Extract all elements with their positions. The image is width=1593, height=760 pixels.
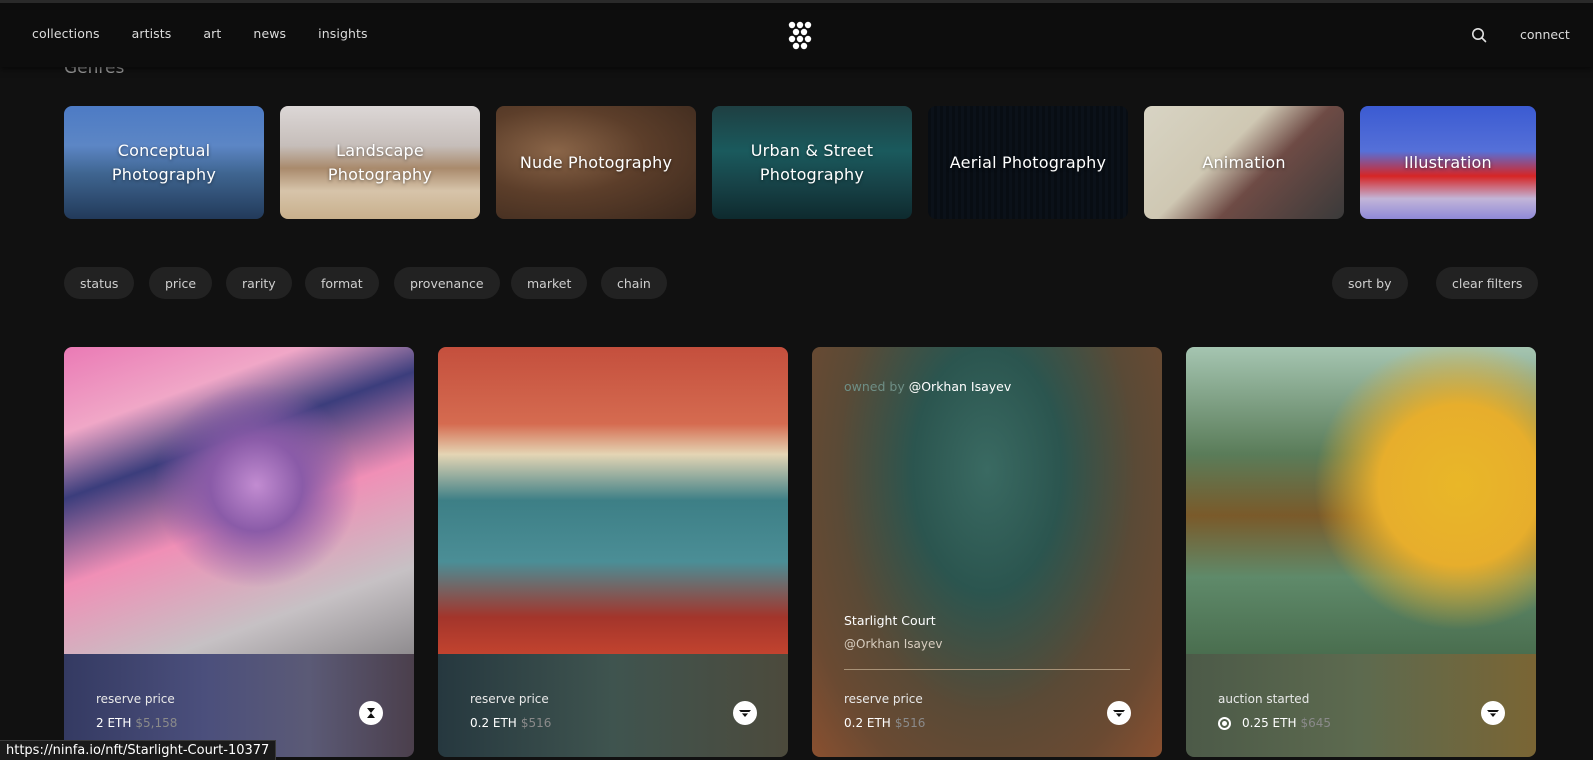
filter-market[interactable]: market — [511, 267, 588, 299]
usd-price: $645 — [1300, 716, 1332, 730]
genre-label: Aerial Photography — [949, 152, 1107, 172]
price-value: 0.25 ETH $645 — [1242, 716, 1331, 730]
search-icon[interactable] — [1471, 27, 1487, 43]
artist-handle[interactable]: @Orkhan Isayev — [844, 637, 942, 651]
nav-news[interactable]: news — [253, 26, 286, 41]
filter-status[interactable]: status — [64, 267, 135, 299]
connect-button[interactable]: connect — [1520, 27, 1570, 42]
filter-price[interactable]: price — [149, 267, 213, 299]
eth-price: 0.25 ETH — [1242, 716, 1297, 730]
owner-link[interactable]: @Orkhan Isayev — [909, 379, 1012, 394]
main-nav: collections artists art news insights — [32, 26, 400, 41]
genre-label: Conceptual Photography — [111, 140, 217, 184]
price-value: 0.2 ETH $516 — [844, 716, 925, 730]
ninfa-logo-icon[interactable] — [788, 21, 812, 51]
clear-filters-button[interactable]: clear filters — [1436, 267, 1539, 299]
nft-title[interactable]: Starlight Court — [844, 613, 936, 628]
nft-card[interactable]: reserve price 2 ETH $5,158 — [64, 347, 414, 757]
filter-rarity[interactable]: rarity — [226, 267, 292, 299]
genre-illustration[interactable]: Illustration — [1360, 106, 1536, 219]
filter-format[interactable]: format — [305, 267, 379, 299]
chain-icon — [733, 701, 757, 725]
owned-by-text: owned by @Orkhan Isayev — [844, 379, 1011, 394]
genre-label: Illustration — [1404, 152, 1492, 172]
chain-icon — [359, 701, 383, 725]
price-value: 2 ETH $5,158 — [96, 716, 177, 730]
genre-aerial-photography[interactable]: Aerial Photography — [928, 106, 1128, 219]
nav-art[interactable]: art — [203, 26, 221, 41]
nft-card[interactable]: auction started 0.25 ETH $645 — [1186, 347, 1536, 757]
genre-animation[interactable]: Animation — [1144, 106, 1344, 219]
price-label: reserve price — [96, 692, 175, 706]
auction-status-label: auction started — [1218, 692, 1310, 706]
card-info: auction started 0.25 ETH $645 — [1186, 654, 1536, 757]
eth-price: 0.2 ETH — [844, 716, 891, 730]
card-info: reserve price 0.2 ETH $516 — [438, 654, 788, 757]
chain-icon — [1107, 701, 1131, 725]
owned-by-label: owned by — [844, 379, 905, 394]
nft-card-hovered[interactable]: owned by @Orkhan Isayev Starlight Court … — [812, 347, 1162, 757]
price-label: reserve price — [844, 692, 923, 706]
nft-artwork-image[interactable] — [438, 347, 788, 654]
nft-artwork-image[interactable] — [1186, 347, 1536, 654]
nft-artwork-image[interactable] — [64, 347, 414, 654]
genre-label: Animation — [1202, 152, 1286, 172]
price-value: 0.2 ETH $516 — [470, 716, 551, 730]
divider — [844, 669, 1130, 670]
nav-insights[interactable]: insights — [318, 26, 367, 41]
eth-price: 2 ETH — [96, 716, 132, 730]
browser-status-url: https://ninfa.io/nft/Starlight-Court-103… — [0, 740, 277, 760]
genre-label: Nude Photography — [519, 152, 673, 172]
price-label: reserve price — [470, 692, 549, 706]
nav-collections[interactable]: collections — [32, 26, 100, 41]
filter-provenance[interactable]: provenance — [394, 267, 500, 299]
genre-label: Landscape Photography — [327, 140, 433, 184]
filter-chain[interactable]: chain — [601, 267, 667, 299]
usd-price: $516 — [520, 716, 552, 730]
nav-artists[interactable]: artists — [132, 26, 172, 41]
top-navigation-bar: collections artists art news insights co… — [0, 0, 1593, 67]
genre-landscape-photography[interactable]: Landscape Photography — [280, 106, 480, 219]
genre-label: Urban & Street Photography — [750, 140, 874, 184]
live-indicator-icon — [1218, 717, 1231, 730]
genre-urban-street-photography[interactable]: Urban & Street Photography — [712, 106, 912, 219]
nft-card[interactable]: reserve price 0.2 ETH $516 — [438, 347, 788, 757]
sort-by-button[interactable]: sort by — [1332, 267, 1408, 299]
chain-icon — [1481, 701, 1505, 725]
genre-conceptual-photography[interactable]: Conceptual Photography — [64, 106, 264, 219]
usd-price: $5,158 — [135, 716, 178, 730]
usd-price: $516 — [894, 716, 926, 730]
eth-price: 0.2 ETH — [470, 716, 517, 730]
genre-nude-photography[interactable]: Nude Photography — [496, 106, 696, 219]
